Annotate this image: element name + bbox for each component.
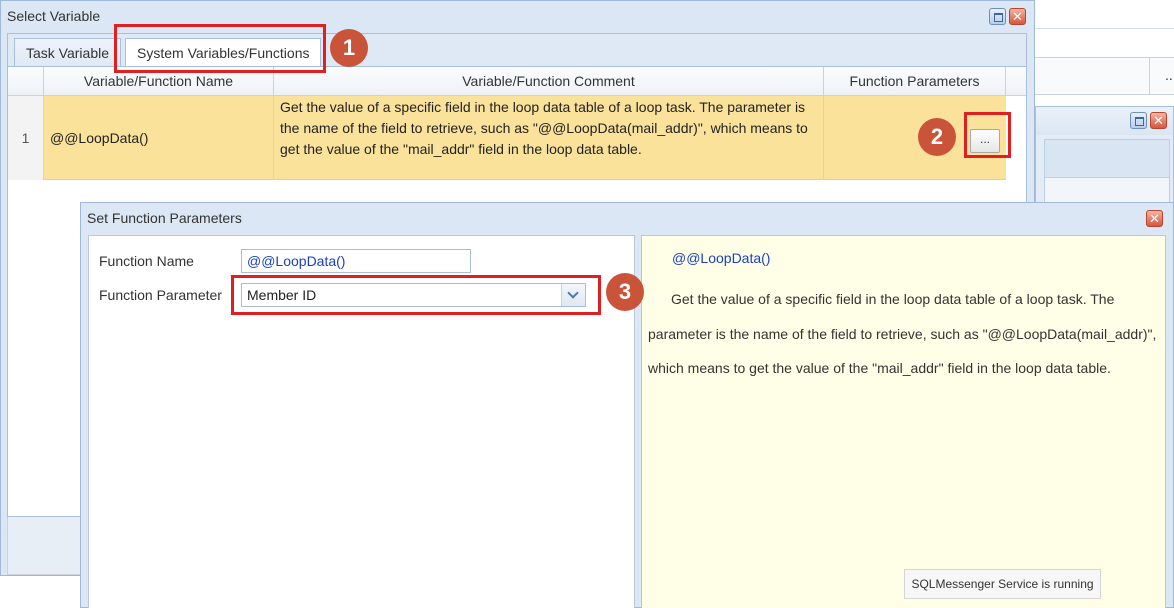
- function-description-panel: @@LoopData() Get the value of a specific…: [641, 235, 1166, 608]
- column-header-parameters[interactable]: Function Parameters: [824, 67, 1006, 95]
- tab-task-variable[interactable]: Task Variable: [14, 38, 122, 67]
- highlight-system-variables-tab: [114, 24, 326, 73]
- background-window-panel: [1044, 139, 1170, 179]
- background-window: ✕: [1035, 106, 1174, 207]
- table-row[interactable]: 1 @@LoopData() Get the value of a specif…: [8, 96, 1006, 180]
- highlight-function-parameter: [231, 275, 601, 315]
- column-header-index: [8, 67, 44, 95]
- background-toolbar-separator: [1149, 58, 1150, 94]
- function-name-field[interactable]: @@LoopData(): [241, 249, 471, 273]
- background-toolbar: ...: [1035, 57, 1174, 95]
- background-window-close-icon[interactable]: ✕: [1150, 112, 1167, 129]
- description-function-name: @@LoopData(): [672, 250, 771, 266]
- select-variable-minimize-icon[interactable]: [989, 8, 1006, 25]
- row-index: 1: [8, 96, 44, 180]
- step-badge-1: 1: [330, 29, 368, 67]
- column-header-comment[interactable]: Variable/Function Comment: [274, 67, 824, 95]
- row-function-comment: Get the value of a specific field in the…: [274, 96, 824, 180]
- row-function-name: @@LoopData(): [44, 96, 274, 180]
- set-function-parameters-dialog: Set Function Parameters ✕ Function Name …: [80, 202, 1174, 608]
- background-more-button[interactable]: ...: [1165, 67, 1174, 83]
- background-divider: [1035, 28, 1174, 29]
- status-toast: SQLMessenger Service is running: [904, 569, 1101, 599]
- select-variable-close-icon[interactable]: ✕: [1009, 8, 1026, 25]
- background-window-minimize-icon[interactable]: [1130, 112, 1147, 129]
- description-text: Get the value of a specific field in the…: [648, 291, 1157, 376]
- set-function-parameters-close-icon[interactable]: ✕: [1146, 210, 1163, 227]
- function-name-label: Function Name: [99, 253, 194, 269]
- function-parameter-label: Function Parameter: [99, 287, 222, 303]
- select-variable-title: Select Variable: [7, 8, 101, 24]
- step-badge-3: 3: [606, 273, 644, 311]
- highlight-parameters-button: [964, 112, 1011, 158]
- set-function-parameters-title: Set Function Parameters: [87, 210, 242, 226]
- step-badge-2: 2: [918, 118, 956, 156]
